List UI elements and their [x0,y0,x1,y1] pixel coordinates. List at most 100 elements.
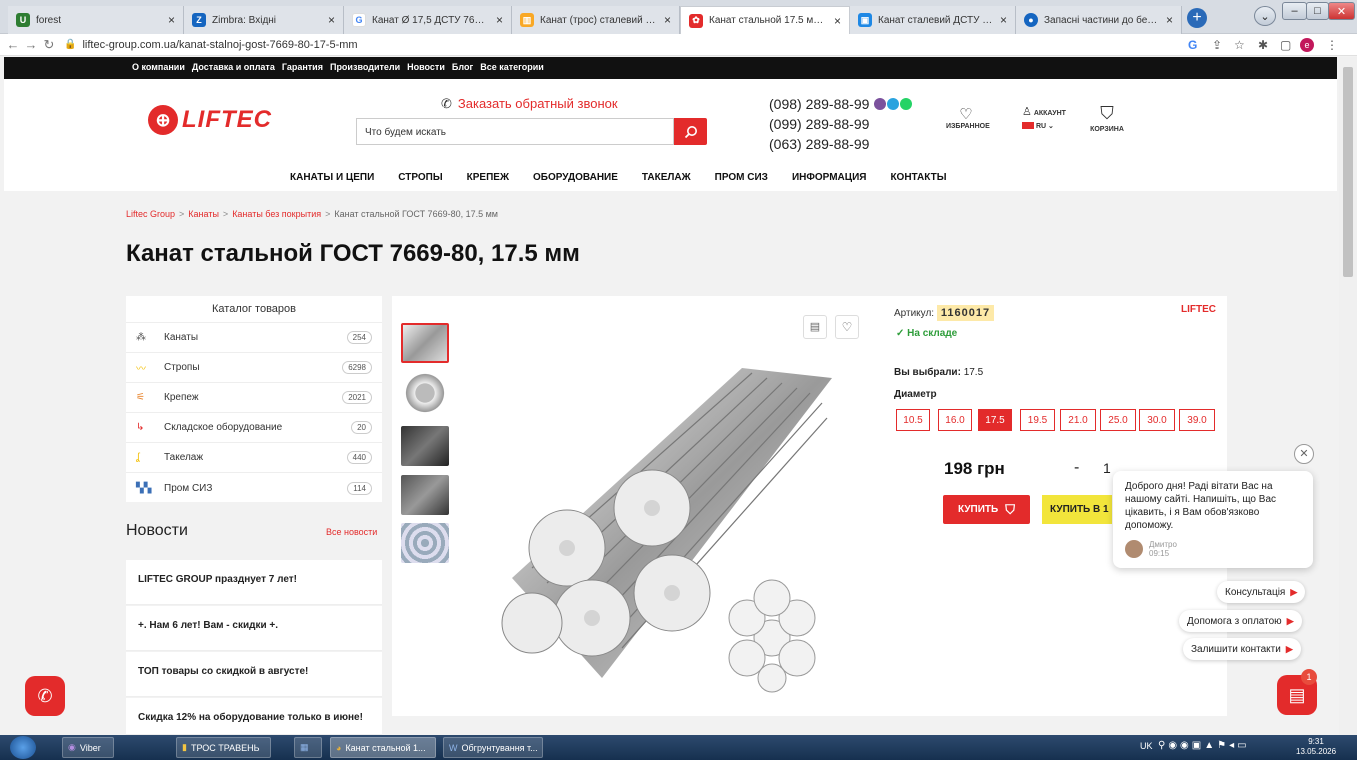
close-tab-icon[interactable]: × [168,13,175,27]
menu-kanaty-tsepi[interactable]: КАНАТЫ И ЦЕПИ [290,172,374,183]
search-button[interactable] [674,118,707,145]
top-link-blog[interactable]: Блог [452,62,473,72]
size-option-30-0[interactable]: 30.0 [1139,409,1175,431]
favorites-button[interactable]: ♡ ИЗБРАННОЕ [946,105,990,130]
share-icon[interactable]: ⇪ [1212,38,1222,52]
top-link-news[interactable]: Новости [407,62,445,72]
catalog-item-krepezh[interactable]: ⚟ Крепеж 2021 [126,383,382,413]
page-scrollbar[interactable] [1339,57,1357,735]
top-link-manufacturers[interactable]: Производители [330,62,400,72]
chat-close-button[interactable]: ✕ [1294,444,1314,464]
size-option-21-0[interactable]: 21.0 [1060,409,1096,431]
side-panel-icon[interactable]: ▢ [1280,38,1291,52]
thumbnail-2[interactable] [401,373,449,413]
start-button[interactable] [10,736,36,759]
thumbnail-3[interactable] [401,426,449,466]
menu-krepezh[interactable]: КРЕПЕЖ [467,172,509,183]
menu-oborudovanie[interactable]: ОБОРУДОВАНИЕ [533,172,618,183]
taskbar-folder[interactable]: ▮ ТРОС ТРАВЕНЬ [176,737,271,758]
minimize-button[interactable]: – [1282,2,1307,20]
phone-1[interactable]: (098) 289-88-99 [769,96,869,112]
tab-search-button[interactable]: ⌄ [1254,6,1276,26]
thumbnail-4[interactable] [401,475,449,515]
language-select[interactable]: RU ⌄ [1022,122,1078,130]
new-tab-button[interactable]: + [1187,8,1207,28]
close-tab-icon[interactable]: × [496,13,503,27]
chat-option-leave-contacts[interactable]: Залишити контакти ▶ [1183,638,1301,660]
catalog-item-takelazh[interactable]: ʆ Такелаж 440 [126,443,382,473]
whatsapp-icon[interactable] [900,98,913,110]
close-tab-icon[interactable]: × [328,13,335,27]
brand-label[interactable]: LIFTEC [1181,304,1216,315]
callback-link[interactable]: ✆ Заказать обратный звонок [441,96,618,112]
size-option-10-5[interactable]: 10.5 [896,409,930,431]
chat-option-payment-help[interactable]: Допомога з оплатою ▶ [1179,610,1302,632]
breadcrumb-kanaty[interactable]: Канаты [188,209,219,219]
close-window-button[interactable]: ✕ [1328,2,1355,20]
qty-input[interactable]: 1 [1103,460,1111,476]
taskbar-chrome[interactable]: ◕ Канат стальной 1... [330,737,436,758]
breadcrumb-uncoated[interactable]: Канаты без покрытия [232,209,321,219]
scrollbar-thumb[interactable] [1343,67,1353,277]
news-item[interactable]: LIFTEC GROUP празднует 7 лет! [126,560,382,605]
tab-active-liftec[interactable]: ✿Канат стальной 17.5 мм, ГОСТ 7× [680,6,850,34]
buy-button[interactable]: КУПИТЬ ⛉ [943,495,1030,524]
menu-informatsiya[interactable]: ИНФОРМАЦИЯ [792,172,867,183]
back-icon[interactable]: ← [4,37,22,52]
viber-icon[interactable] [874,98,887,110]
close-tab-icon[interactable]: × [1000,13,1007,27]
taskbar-viber[interactable]: ◉ Viber [62,737,114,758]
extensions-icon[interactable]: ✱ [1258,38,1268,52]
wishlist-heart-icon[interactable]: ♡ [835,315,859,339]
phone-3[interactable]: (063) 289-88-99 [769,134,912,154]
top-link-warranty[interactable]: Гарантия [282,62,323,72]
top-link-delivery[interactable]: Доставка и оплата [192,62,275,72]
menu-takelazh[interactable]: ТАКЕЛАЖ [642,172,691,183]
tab-kanat-dstu[interactable]: ▣Канат сталевий ДСТУ 7669-80, 1× [850,6,1016,34]
size-option-25-0[interactable]: 25.0 [1100,409,1136,431]
cart-button[interactable]: ⛉ КОРЗИНА [1084,103,1130,133]
maximize-button[interactable]: □ [1306,2,1329,20]
news-item[interactable]: Скидка 12% на оборудование только в июне… [126,698,382,735]
call-button[interactable]: ✆ [25,676,65,716]
compare-icon[interactable]: ▤ [803,315,827,339]
tab-spare-parts[interactable]: ●Запасні частини до бензопил (× [1016,6,1182,34]
tab-forest[interactable]: Uforest × [8,6,184,34]
taskbar-word[interactable]: W Обгрунтування т... [443,737,543,758]
tray-icons[interactable]: ⚲◉◉▣▲⚑◂▭ [1158,740,1250,751]
top-link-all-categories[interactable]: Все категории [480,62,544,72]
catalog-item-stropy[interactable]: 〰 Стропы 6298 [126,353,382,383]
liftec-logo[interactable]: ⊕ LIFTEC [148,105,272,135]
menu-stropy[interactable]: СТРОПЫ [398,172,442,183]
size-option-39-0[interactable]: 39.0 [1179,409,1215,431]
menu-dots-icon[interactable]: ⋮ [1326,38,1338,52]
close-tab-icon[interactable]: × [1166,13,1173,27]
input-language[interactable]: UK [1140,741,1153,751]
chat-option-consultation[interactable]: Консультація ▶ [1217,581,1306,603]
phone-2[interactable]: (099) 289-88-99 [769,114,912,134]
taskbar-word-doc[interactable]: ▦ [294,737,322,758]
all-news-link[interactable]: Все новости [326,527,377,537]
tab-google-search[interactable]: GКанат Ø 17,5 ДСТУ 7669-80 - По× [344,6,512,34]
menu-prom-siz[interactable]: ПРОМ СИЗ [715,172,768,183]
news-item[interactable]: ТОП товары со скидкой в августе! [126,652,382,697]
tab-kanat-gost[interactable]: ▥Канат (трос) сталевий ГОСТ 76× [512,6,680,34]
search-input[interactable]: Что будем искать [356,118,674,145]
catalog-item-prom-siz[interactable]: ▚▚ Пром СИЗ 114 [126,473,382,503]
menu-kontakty[interactable]: КОНТАКТЫ [890,172,946,183]
catalog-item-warehouse[interactable]: ↳ Складское оборудование 20 [126,413,382,443]
account-button[interactable]: ♙ АККАУНТ RU ⌄ [1022,105,1078,130]
qty-minus-button[interactable]: - [1074,459,1079,477]
google-lens-icon[interactable]: G [1188,38,1197,52]
telegram-icon[interactable] [887,98,900,110]
forward-icon[interactable]: → [22,37,40,52]
size-option-16-0[interactable]: 16.0 [938,409,972,431]
profile-avatar[interactable]: e [1300,38,1314,52]
news-item[interactable]: +. Нам 6 лет! Вам - скидки +. [126,606,382,651]
bookmark-star-icon[interactable]: ☆ [1234,38,1245,52]
close-tab-icon[interactable]: × [834,14,841,28]
size-option-19-5[interactable]: 19.5 [1020,409,1055,431]
thumbnail-1[interactable] [401,323,449,363]
tab-zimbra[interactable]: Z Zimbra: Вхідні × [184,6,344,34]
catalog-item-kanaty[interactable]: ⁂ Канаты 254 [126,323,382,353]
